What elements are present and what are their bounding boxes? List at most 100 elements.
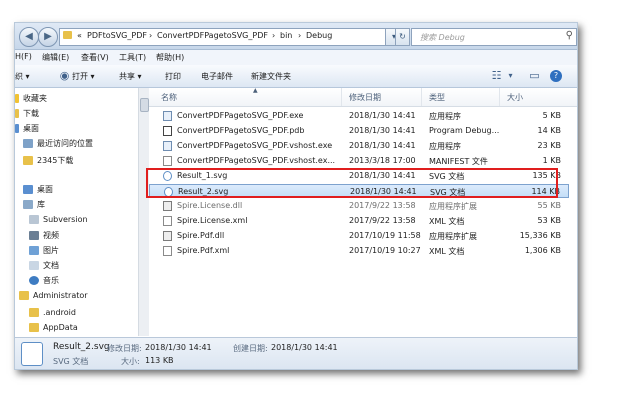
- library-icon: [23, 200, 33, 209]
- email-button[interactable]: 电子邮件: [201, 71, 233, 82]
- pdb-file-icon: [163, 126, 172, 136]
- sort-up-icon: ▲: [253, 87, 258, 94]
- command-bar: 织 ▾ ◉ 打开 ▾ 共享 ▾ 打印 电子邮件 新建文件夹 ☷ ▾ ▭ ?: [15, 65, 577, 88]
- breadcrumb-separator[interactable]: ›: [298, 31, 301, 40]
- column-separator[interactable]: [499, 88, 500, 106]
- nav-downloads[interactable]: 下载: [15, 108, 39, 121]
- file-date: 2017/10/19 11:58: [349, 231, 421, 240]
- address-prefix: «: [77, 31, 82, 40]
- open-button[interactable]: 打开 ▾: [72, 71, 95, 82]
- file-row[interactable]: Spire.License.xml 2017/9/22 13:58 XML 文档…: [149, 214, 569, 228]
- column-separator[interactable]: [341, 88, 342, 106]
- nav-music[interactable]: 音乐: [29, 275, 59, 288]
- file-row[interactable]: ConvertPDFPagetoSVG_PDF.pdb 2018/1/30 14…: [149, 124, 569, 138]
- file-name: Spire.License.xml: [177, 216, 248, 225]
- nav-desktop-root[interactable]: 桌面: [23, 184, 53, 197]
- search-placeholder: 搜索 Debug: [420, 33, 465, 42]
- new-folder-button[interactable]: 新建文件夹: [251, 71, 291, 82]
- nav-favorites[interactable]: 收藏夹: [15, 93, 47, 106]
- search-icon: ⚲: [565, 30, 573, 41]
- file-size: 53 KB: [537, 216, 561, 225]
- file-row[interactable]: Spire.Pdf.dll 2017/10/19 11:58 应用程序扩展 15…: [149, 229, 569, 243]
- address-input[interactable]: « PDFtoSVG_PDF › ConvertPDFPagetoSVG_PDF…: [59, 28, 407, 46]
- nav-recent-places[interactable]: 最近访问的位置: [23, 138, 93, 151]
- breadcrumb-bin[interactable]: bin: [280, 31, 292, 40]
- file-row[interactable]: Spire.License.dll 2017/9/22 13:58 应用程序扩展…: [149, 199, 569, 213]
- menu-help[interactable]: 帮助(H): [156, 52, 184, 63]
- folder-icon: [29, 323, 39, 332]
- breadcrumb-separator[interactable]: ›: [149, 31, 152, 40]
- organize-button[interactable]: 织 ▾: [15, 71, 30, 82]
- column-separator[interactable]: [421, 88, 422, 106]
- documents-library-icon: [29, 261, 39, 270]
- breadcrumb-pdftosvg[interactable]: PDFtoSVG_PDF: [87, 31, 147, 40]
- nav-administrator[interactable]: Administrator: [19, 291, 88, 304]
- file-row[interactable]: ConvertPDFPagetoSVG_PDF.vshost.exe 2018/…: [149, 139, 569, 153]
- file-type: Program Debug...: [429, 126, 500, 135]
- star-icon: [15, 94, 19, 103]
- refresh-button[interactable]: ↻: [395, 28, 410, 46]
- menu-bar: H(F) 编辑(E) 查看(V) 工具(T) 帮助(H): [15, 50, 577, 65]
- column-name[interactable]: 名称: [161, 92, 177, 103]
- dll-file-icon: [163, 201, 172, 211]
- view-dropdown-icon[interactable]: ▾: [503, 68, 518, 83]
- column-date[interactable]: 修改日期: [349, 92, 381, 103]
- file-date: 2018/1/30 14:41: [349, 141, 416, 150]
- highlight-box: [146, 168, 558, 198]
- nav-pictures[interactable]: 图片: [29, 245, 59, 258]
- xml-file-icon: [163, 216, 172, 226]
- nav-subversion[interactable]: Subversion: [29, 215, 88, 228]
- forward-button[interactable]: ▶: [38, 27, 58, 47]
- help-icon[interactable]: ?: [550, 70, 562, 82]
- back-arrow-icon: ◀: [25, 31, 33, 42]
- nav-documents[interactable]: 文档: [29, 260, 59, 273]
- recent-places-icon: [23, 139, 33, 148]
- nav-scrollbar[interactable]: [138, 88, 149, 336]
- nav-libraries[interactable]: 库: [23, 199, 45, 212]
- nav-2345-downloads[interactable]: 2345下载: [23, 155, 73, 168]
- file-row[interactable]: Spire.Pdf.xml 2017/10/19 10:27 XML 文档 1,…: [149, 244, 569, 258]
- menu-view[interactable]: 查看(V): [81, 52, 109, 63]
- share-button[interactable]: 共享 ▾: [119, 71, 142, 82]
- file-name: ConvertPDFPagetoSVG_PDF.pdb: [177, 126, 305, 135]
- details-size-value: 113 KB: [145, 356, 174, 365]
- column-type[interactable]: 类型: [429, 92, 445, 103]
- file-type: 应用程序: [429, 112, 461, 121]
- print-button[interactable]: 打印: [165, 71, 181, 82]
- file-date: 2017/9/22 13:58: [349, 216, 416, 225]
- desktop-icon: [23, 185, 33, 194]
- file-type: 应用程序: [429, 142, 461, 151]
- view-options-icon[interactable]: ☷: [489, 68, 504, 83]
- column-size[interactable]: 大小: [507, 92, 523, 103]
- file-row[interactable]: ConvertPDFPagetoSVG_PDF.vshost.ex... 201…: [149, 154, 569, 168]
- file-date: 2013/3/18 17:00: [349, 156, 416, 165]
- file-size: 23 KB: [537, 141, 561, 150]
- file-size: 55 KB: [537, 201, 561, 210]
- menu-tools[interactable]: 工具(T): [119, 52, 146, 63]
- nav-android[interactable]: .android: [29, 308, 76, 321]
- details-size-label: 大小:: [121, 357, 140, 366]
- file-row[interactable]: ConvertPDFPagetoSVG_PDF.exe 2018/1/30 14…: [149, 109, 569, 123]
- library-folder-icon: [29, 215, 39, 224]
- file-date: 2018/1/30 14:41: [349, 126, 416, 135]
- menu-file[interactable]: H(F): [15, 52, 32, 61]
- file-name: Spire.Pdf.dll: [177, 231, 225, 240]
- nav-videos[interactable]: 视频: [29, 230, 59, 243]
- breadcrumb-debug[interactable]: Debug: [306, 31, 332, 40]
- file-name: ConvertPDFPagetoSVG_PDF.exe: [177, 111, 304, 120]
- nav-desktop[interactable]: 桌面: [15, 123, 39, 136]
- nav-appdata[interactable]: AppData: [29, 323, 78, 336]
- back-button[interactable]: ◀: [19, 27, 39, 47]
- open-icon: ◉: [59, 69, 70, 82]
- menu-edit[interactable]: 编辑(E): [42, 52, 69, 63]
- search-input[interactable]: 搜索 Debug ⚲: [411, 28, 577, 46]
- download-folder-icon: [15, 109, 19, 118]
- preview-pane-icon[interactable]: ▭: [527, 68, 542, 83]
- nav-scrollbar-thumb[interactable]: [140, 98, 149, 112]
- breadcrumb-convertpdf[interactable]: ConvertPDFPagetoSVG_PDF: [157, 31, 268, 40]
- breadcrumb-separator[interactable]: ›: [272, 31, 275, 40]
- desktop-icon: [15, 124, 19, 133]
- details-created-label: 创建日期:: [233, 344, 268, 353]
- file-size: 1 KB: [542, 156, 561, 165]
- svg-file-large-icon: [21, 342, 43, 366]
